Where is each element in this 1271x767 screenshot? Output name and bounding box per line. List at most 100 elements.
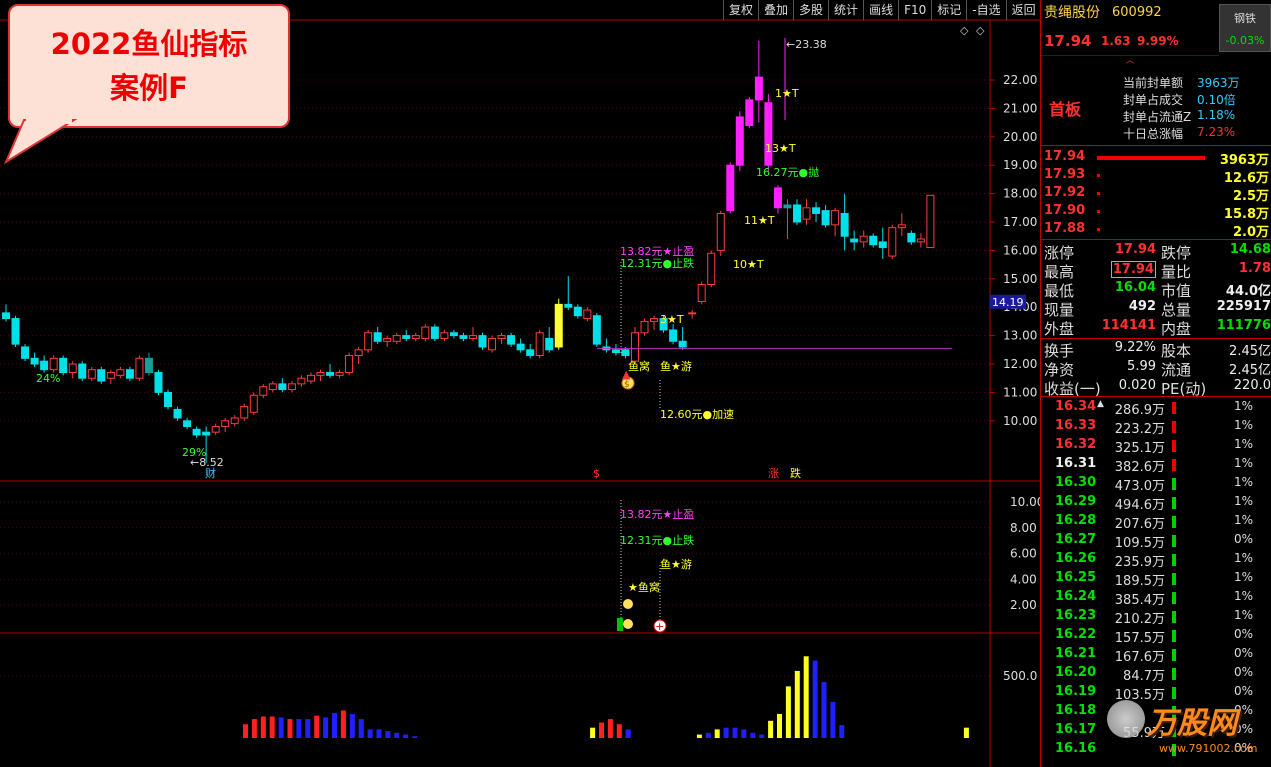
bottom-marker-1: $ (593, 467, 600, 480)
candle-body (916, 238, 925, 243)
candle-body (392, 335, 401, 342)
toolbar-item-5[interactable]: F10 (898, 0, 931, 20)
candle-body (669, 329, 678, 342)
dist-pct-13: 0% (1233, 646, 1253, 660)
dist-price-2: 16.32 (1055, 437, 1097, 452)
candle-73 (697, 281, 706, 305)
candle-9 (87, 366, 96, 382)
candle-body (183, 420, 192, 427)
dist-bar-4 (1172, 478, 1176, 490)
candle-body (545, 337, 554, 351)
dist-price-17: 16.17 (1055, 722, 1097, 737)
dist-volume-13: 167.6万 (1114, 650, 1165, 665)
candle-80 (764, 94, 773, 171)
candle-11 (106, 369, 115, 384)
bid-volume-1: 12.6万 (1223, 171, 1269, 186)
candle-body (735, 116, 744, 166)
volume-bar-67 (839, 725, 845, 738)
money-bag-symbol: $ (624, 380, 630, 390)
dist-bar-10 (1172, 592, 1176, 604)
dist-volume-8: 235.9万 (1114, 555, 1165, 570)
dist-pct-1: 1% (1233, 418, 1253, 432)
candle-51 (488, 335, 497, 353)
candle-body (859, 235, 868, 243)
candle-32 (306, 372, 315, 384)
dist-price-3: 16.31 (1055, 456, 1097, 471)
candle-38 (364, 329, 373, 353)
candle-body (754, 76, 763, 101)
dist-price-14: 16.20 (1055, 665, 1097, 680)
candle-body (402, 335, 411, 339)
bid-dot-2 (1097, 192, 1100, 195)
toolbar-item-7[interactable]: -自选 (966, 0, 1005, 20)
stat2-value2-0: 2.45亿 (1229, 344, 1271, 359)
stat2-value-0: 9.22% (1114, 340, 1156, 355)
candle-body (297, 377, 306, 385)
watermark-text: 万股网 (1147, 706, 1237, 741)
dist-bar-14 (1172, 668, 1176, 680)
volume-bar-56 (741, 729, 747, 738)
candle-12 (116, 366, 125, 379)
stat-label2-1: 量比 (1161, 263, 1192, 281)
candle-body (135, 357, 144, 379)
candle-body (421, 326, 430, 339)
stock-code: 600992 (1112, 5, 1162, 20)
diamond-icon-2: ◇ (976, 24, 985, 37)
candle-76 (726, 162, 735, 214)
candle-body (468, 335, 477, 339)
bid-price-0: 17.94 (1044, 149, 1086, 164)
bid-price-2: 17.92 (1044, 185, 1086, 200)
candle-15 (144, 352, 153, 376)
sub1-annotation-2: 鱼★游 (660, 557, 692, 571)
dist-pct-14: 0% (1233, 665, 1253, 679)
candle-26 (249, 392, 258, 416)
candle-body (430, 326, 439, 339)
dist-volume-1: 223.2万 (1114, 422, 1165, 437)
bottom-marker-3: 跌 (790, 466, 801, 480)
y-tick-label: 13.00 (1003, 329, 1037, 343)
toolbar-item-6[interactable]: 标记 (931, 0, 966, 20)
candle-64 (611, 344, 620, 356)
candle-6 (59, 355, 68, 376)
toolbar-item-3[interactable]: 统计 (828, 0, 863, 20)
stat-value2-3: 225917 (1216, 299, 1271, 314)
candle-body (888, 227, 897, 257)
annotation-8: 10★T (733, 258, 764, 271)
candle-body (2, 312, 10, 320)
candle-78 (745, 97, 754, 129)
candle-body (154, 372, 163, 393)
candle-body (840, 212, 849, 237)
candle-body (821, 210, 830, 226)
collapse-icon[interactable]: ︿ (1041, 55, 1219, 67)
toolbar-item-4[interactable]: 画线 (863, 0, 898, 20)
candle-55 (526, 344, 535, 359)
price-tag-label: 14.19 (992, 296, 1024, 309)
annotation-12: 1★T (775, 87, 799, 100)
candle-84 (802, 199, 811, 225)
annotation-11: 16.27元●抛 (756, 165, 819, 179)
volume-bar-42 (616, 724, 622, 738)
y-tick-label: 12.00 (1003, 357, 1037, 371)
watermark-logo: 万股网 www.791002.com (1103, 698, 1271, 764)
candle-body (144, 357, 153, 374)
stat-label2-4: 内盘 (1161, 320, 1192, 338)
candle-body (164, 391, 173, 408)
volume-bar-2 (260, 716, 266, 738)
candle-body (221, 420, 230, 427)
candle-44 (421, 324, 430, 342)
candle-body (59, 357, 68, 374)
dist-price-13: 16.21 (1055, 646, 1097, 661)
dist-pct-4: 1% (1233, 475, 1253, 489)
candle-97 (926, 194, 935, 249)
volume-bar-18 (403, 734, 409, 738)
candle-body (459, 335, 468, 339)
toolbar-item-1[interactable]: 叠加 (758, 0, 793, 20)
stat-value2-2: 44.0亿 (1225, 284, 1271, 299)
toolbar-item-0[interactable]: 复权 (723, 0, 758, 20)
stat2-value2-1: 2.45亿 (1229, 363, 1271, 378)
toolbar-item-8[interactable]: 返回 (1005, 0, 1041, 20)
toolbar-item-2[interactable]: 多股 (793, 0, 828, 20)
candle-body (897, 224, 906, 229)
candle-body (316, 372, 325, 376)
volume-bar-8 (314, 715, 320, 738)
